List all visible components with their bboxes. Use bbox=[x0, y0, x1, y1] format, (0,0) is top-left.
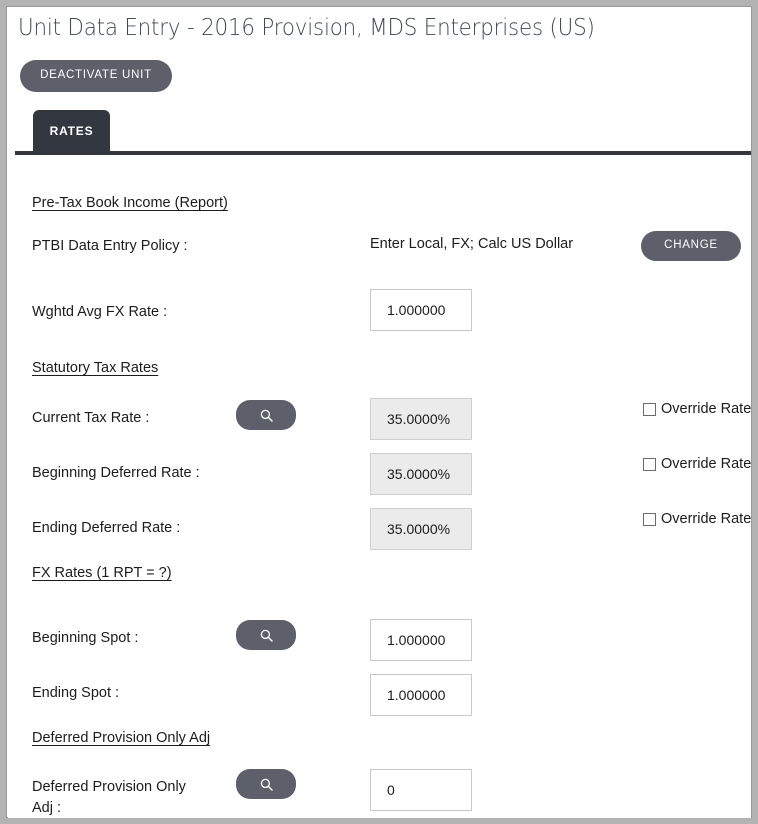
input-wghtd-avg-fx-rate[interactable] bbox=[370, 289, 472, 331]
tab-strip: RATES bbox=[7, 110, 751, 155]
label-ending-spot: Ending Spot : bbox=[32, 685, 120, 701]
override-current-tax-rate-label: Override Rate bbox=[661, 401, 751, 417]
input-current-tax-rate[interactable] bbox=[370, 398, 472, 440]
change-ptbi-policy-button[interactable]: CHANGE bbox=[641, 231, 741, 261]
content-panel: Pre-Tax Book Income (Report) PTBI Data E… bbox=[8, 155, 751, 818]
override-ending-deferred-rate-checkbox[interactable] bbox=[643, 512, 656, 526]
search-deferred-provision-only-adj-button[interactable] bbox=[236, 769, 296, 799]
window-inner-border: Unit Data Entry - 2016 Provision, MDS En… bbox=[6, 6, 752, 818]
search-icon bbox=[260, 629, 273, 642]
label-wghtd-avg-fx-rate: Wghtd Avg FX Rate : bbox=[32, 304, 168, 320]
input-ending-deferred-rate[interactable] bbox=[370, 508, 472, 550]
override-beginning-deferred-rate-label: Override Rate bbox=[661, 456, 751, 472]
override-beginning-deferred-rate-checkbox[interactable] bbox=[643, 457, 656, 471]
label-ptbi-data-entry-policy: PTBI Data Entry Policy : bbox=[32, 238, 188, 254]
label-deferred-provision-only-adj: Deferred Provision Only Adj : bbox=[32, 779, 186, 817]
section-heading-fx-rates: FX Rates (1 RPT = ?) bbox=[32, 565, 172, 581]
deactivate-unit-button[interactable]: DEACTIVATE UNIT bbox=[20, 60, 172, 92]
label-beginning-deferred-rate: Beginning Deferred Rate : bbox=[32, 465, 200, 481]
section-heading-ptbi: Pre-Tax Book Income (Report) bbox=[32, 195, 228, 211]
input-beginning-deferred-rate[interactable] bbox=[370, 453, 472, 495]
override-current-tax-rate[interactable]: Override Rate bbox=[643, 401, 751, 417]
value-ptbi-data-entry-policy: Enter Local, FX; Calc US Dollar bbox=[370, 236, 574, 252]
tab-rates[interactable]: RATES bbox=[33, 110, 110, 151]
search-icon bbox=[260, 778, 273, 791]
page-title: Unit Data Entry - 2016 Provision, MDS En… bbox=[18, 15, 595, 41]
section-heading-statutory-tax-rates: Statutory Tax Rates bbox=[32, 360, 159, 376]
override-ending-deferred-rate[interactable]: Override Rate bbox=[643, 511, 751, 527]
label-beginning-spot: Beginning Spot : bbox=[32, 630, 139, 646]
search-beginning-spot-button[interactable] bbox=[236, 620, 296, 650]
override-current-tax-rate-checkbox[interactable] bbox=[643, 402, 656, 416]
override-beginning-deferred-rate[interactable]: Override Rate bbox=[643, 456, 751, 472]
search-current-tax-rate-button[interactable] bbox=[236, 400, 296, 430]
section-heading-deferred-provision-only-adj: Deferred Provision Only Adj bbox=[32, 730, 211, 746]
input-ending-spot[interactable] bbox=[370, 674, 472, 716]
search-icon bbox=[260, 409, 273, 422]
label-ending-deferred-rate: Ending Deferred Rate : bbox=[32, 520, 181, 536]
window-frame: Unit Data Entry - 2016 Provision, MDS En… bbox=[0, 0, 758, 824]
input-beginning-spot[interactable] bbox=[370, 619, 472, 661]
label-current-tax-rate: Current Tax Rate : bbox=[32, 410, 150, 426]
input-deferred-provision-only-adj[interactable] bbox=[370, 769, 472, 811]
override-ending-deferred-rate-label: Override Rate bbox=[661, 511, 751, 527]
